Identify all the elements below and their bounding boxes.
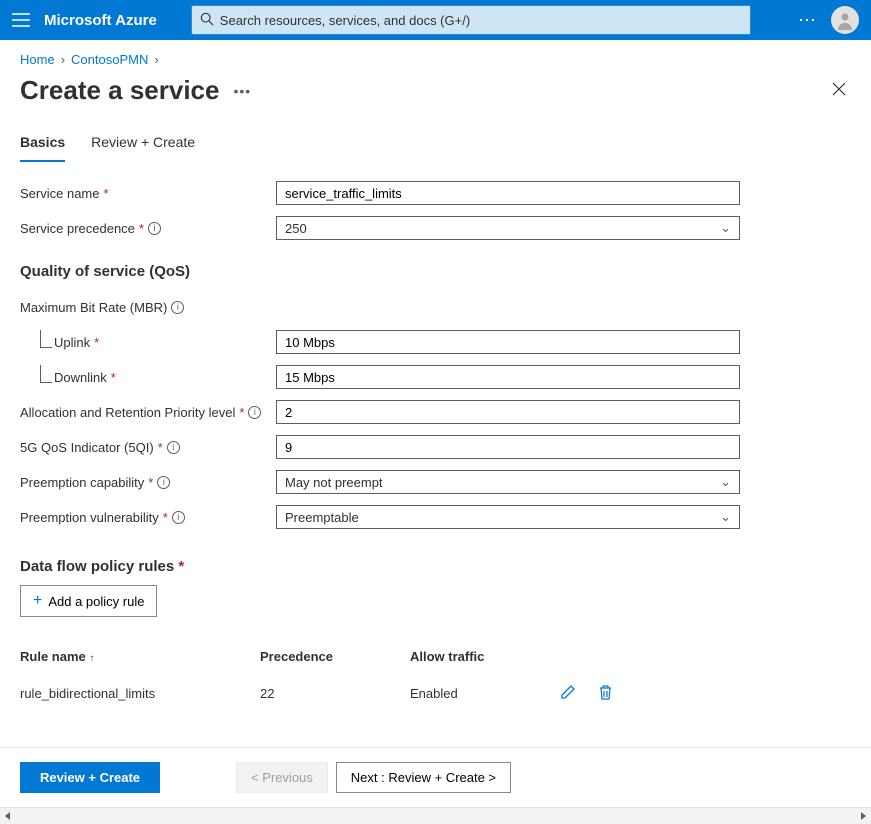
- qos-heading: Quality of service (QoS): [20, 263, 740, 280]
- info-icon[interactable]: i: [171, 301, 184, 314]
- trash-icon[interactable]: [598, 684, 613, 703]
- add-policy-rule-button[interactable]: + Add a policy rule: [20, 585, 157, 617]
- tabs: Basics Review + Create: [0, 126, 871, 162]
- service-form: Service name* Service precedence* i 250 …: [0, 162, 760, 715]
- mbr-label: Maximum Bit Rate (MBR) i: [20, 300, 276, 315]
- page-title: Create a service: [20, 75, 219, 106]
- chevron-right-icon: ›: [154, 52, 158, 67]
- info-icon[interactable]: i: [157, 476, 170, 489]
- azure-topbar: Microsoft Azure ⋯: [0, 0, 871, 40]
- service-name-input[interactable]: [276, 181, 740, 205]
- global-search[interactable]: [191, 5, 751, 35]
- avatar[interactable]: [831, 6, 859, 34]
- service-precedence-select[interactable]: 250 ⌄: [276, 216, 740, 240]
- chevron-down-icon: ⌄: [720, 220, 731, 236]
- info-icon[interactable]: i: [148, 222, 161, 235]
- info-icon[interactable]: i: [248, 406, 261, 419]
- hamburger-icon[interactable]: [12, 13, 30, 27]
- plus-icon: +: [33, 592, 42, 610]
- search-icon: [200, 12, 214, 29]
- arp-label: Allocation and Retention Priority level*…: [20, 405, 276, 420]
- previous-button: < Previous: [236, 762, 328, 793]
- breadcrumb: Home › ContosoPMN ›: [0, 40, 871, 71]
- uplink-input[interactable]: [276, 330, 740, 354]
- qos5qi-input[interactable]: [276, 435, 740, 459]
- qos5qi-label: 5G QoS Indicator (5QI)* i: [20, 440, 276, 455]
- rule-name: rule_bidirectional_limits: [20, 686, 260, 701]
- breadcrumb-contosopmn[interactable]: ContosoPMN: [71, 52, 148, 67]
- horizontal-scrollbar[interactable]: [0, 807, 871, 824]
- service-precedence-label: Service precedence* i: [20, 221, 276, 236]
- edit-icon[interactable]: [560, 684, 576, 703]
- close-button[interactable]: [827, 77, 851, 104]
- chevron-right-icon: ›: [61, 52, 65, 67]
- chevron-down-icon: ⌄: [720, 474, 731, 490]
- more-icon[interactable]: ⋯: [798, 10, 817, 31]
- rules-table: Rule name ↑ Precedence Allow traffic rul…: [20, 641, 740, 715]
- downlink-label: Downlink*: [20, 370, 276, 385]
- preempt-vuln-label: Preemption vulnerability* i: [20, 510, 276, 525]
- rule-allow: Enabled: [410, 686, 560, 701]
- preempt-cap-label: Preemption capability* i: [20, 475, 276, 490]
- info-icon[interactable]: i: [167, 441, 180, 454]
- next-button[interactable]: Next : Review + Create >: [336, 762, 511, 793]
- info-icon[interactable]: i: [172, 511, 185, 524]
- review-create-button[interactable]: Review + Create: [20, 762, 160, 793]
- downlink-input[interactable]: [276, 365, 740, 389]
- brand-label[interactable]: Microsoft Azure: [44, 12, 157, 29]
- title-row: Create a service •••: [0, 71, 871, 126]
- tab-review-create[interactable]: Review + Create: [91, 126, 195, 162]
- title-more-icon[interactable]: •••: [233, 83, 251, 99]
- preempt-vuln-select[interactable]: Preemptable ⌄: [276, 505, 740, 529]
- arp-input[interactable]: [276, 400, 740, 424]
- uplink-label: Uplink*: [20, 335, 276, 350]
- chevron-down-icon: ⌄: [720, 509, 731, 525]
- table-row: rule_bidirectional_limits 22 Enabled: [20, 672, 740, 715]
- wizard-footer: Review + Create < Previous Next : Review…: [0, 747, 871, 807]
- column-rule-name[interactable]: Rule name ↑: [20, 649, 260, 664]
- preempt-cap-select[interactable]: May not preempt ⌄: [276, 470, 740, 494]
- column-precedence[interactable]: Precedence: [260, 649, 410, 664]
- breadcrumb-home[interactable]: Home: [20, 52, 55, 67]
- search-input[interactable]: [220, 13, 742, 28]
- rules-heading: Data flow policy rules *: [20, 558, 740, 575]
- column-allow-traffic[interactable]: Allow traffic: [410, 649, 560, 664]
- tab-basics[interactable]: Basics: [20, 126, 65, 162]
- service-name-label: Service name*: [20, 186, 276, 201]
- sort-ascending-icon: ↑: [89, 653, 94, 664]
- rule-precedence: 22: [260, 686, 410, 701]
